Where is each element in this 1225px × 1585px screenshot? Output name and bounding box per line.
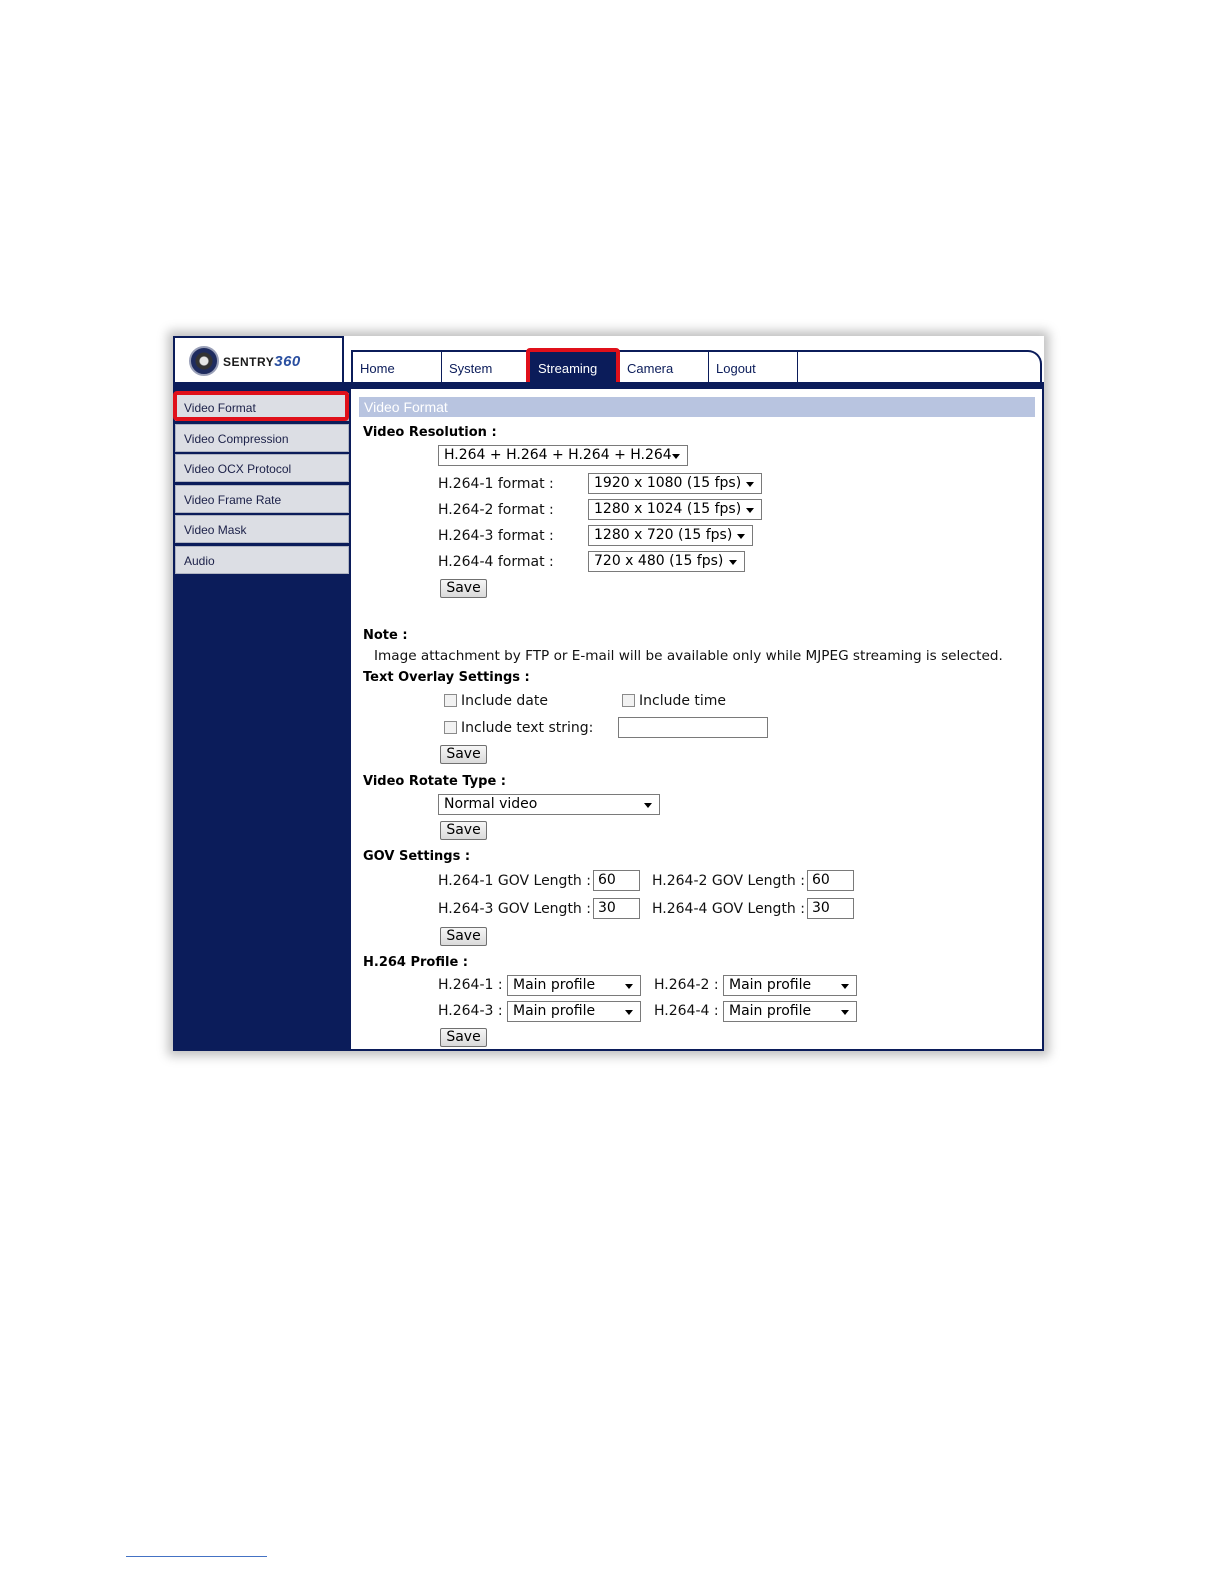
sidebar-item-video-ocx-protocol[interactable]: Video OCX Protocol: [175, 454, 349, 482]
h264-4-format-value: 720 x 480 (15 fps): [594, 553, 724, 569]
profile-4-select[interactable]: Main profile: [723, 1001, 857, 1022]
save-rotate-button[interactable]: Save: [440, 821, 487, 840]
video-rotate-heading: Video Rotate Type :: [363, 774, 506, 789]
profile-3-label: H.264-3 :: [438, 1003, 503, 1019]
video-rotate-value: Normal video: [444, 796, 538, 812]
h264-profile-heading: H.264 Profile :: [363, 955, 468, 970]
page-title: Video Format: [359, 397, 1035, 417]
include-text-checkbox[interactable]: [444, 721, 457, 734]
chevron-down-icon: [672, 454, 680, 459]
camera-lens-icon: [189, 346, 219, 376]
include-date-label: Include date: [461, 693, 548, 709]
h264-2-format-label: H.264-2 format :: [438, 502, 554, 518]
include-time-checkbox[interactable]: [622, 694, 635, 707]
sidebar-item-video-mask[interactable]: Video Mask: [175, 515, 349, 543]
gov-3-input[interactable]: 30: [593, 898, 640, 919]
gov-2-label: H.264-2 GOV Length :: [652, 873, 805, 889]
h264-1-format-label: H.264-1 format :: [438, 476, 554, 492]
h264-1-format-select[interactable]: 1920 x 1080 (15 fps): [588, 473, 762, 494]
save-resolution-button[interactable]: Save: [440, 579, 487, 598]
chevron-down-icon: [644, 803, 652, 808]
chevron-down-icon: [841, 984, 849, 989]
gov-4-input[interactable]: 30: [807, 898, 854, 919]
top-navigation: Home System Streaming Camera Logout: [351, 350, 1042, 382]
logo-tab: SENTRY360: [173, 336, 344, 382]
gov-1-label: H.264-1 GOV Length :: [438, 873, 591, 889]
chevron-down-icon: [625, 1010, 633, 1015]
profile-1-label: H.264-1 :: [438, 977, 503, 993]
h264-4-format-select[interactable]: 720 x 480 (15 fps): [588, 551, 745, 572]
sidebar-item-audio[interactable]: Audio: [175, 545, 349, 574]
header-bar: [173, 382, 1044, 389]
chevron-down-icon: [841, 1010, 849, 1015]
main-content: Video Format Video Resolution : H.264 + …: [351, 389, 1044, 1051]
sentry360-logo: SENTRY360: [189, 346, 301, 376]
video-resolution-heading: Video Resolution :: [363, 425, 497, 440]
chevron-down-icon: [746, 508, 754, 513]
gov-1-input[interactable]: 60: [593, 870, 640, 891]
sidebar-item-video-compression[interactable]: Video Compression: [175, 423, 349, 452]
resolution-mode-value: H.264 + H.264 + H.264 + H.264: [444, 447, 672, 463]
gov-4-label: H.264-4 GOV Length :: [652, 901, 805, 917]
chevron-down-icon: [737, 534, 745, 539]
chevron-down-icon: [625, 984, 633, 989]
camera-web-ui-screenshot: SENTRY360 Home System Streaming Camera L…: [173, 336, 1044, 1051]
h264-2-format-value: 1280 x 1024 (15 fps): [594, 501, 742, 517]
chevron-down-icon: [746, 482, 754, 487]
logo-text: SENTRY360: [223, 352, 301, 370]
h264-3-format-label: H.264-3 format :: [438, 528, 554, 544]
save-profile-button[interactable]: Save: [440, 1028, 487, 1047]
h264-4-format-label: H.264-4 format :: [438, 554, 554, 570]
nav-home[interactable]: Home: [353, 352, 442, 382]
sidebar-item-video-frame-rate[interactable]: Video Frame Rate: [175, 484, 349, 513]
gov-3-label: H.264-3 GOV Length :: [438, 901, 591, 917]
video-rotate-select[interactable]: Normal video: [438, 794, 660, 815]
h264-2-format-select[interactable]: 1280 x 1024 (15 fps): [588, 499, 762, 520]
profile-4-label: H.264-4 :: [654, 1003, 719, 1019]
nav-camera[interactable]: Camera: [620, 352, 709, 382]
profile-2-select[interactable]: Main profile: [723, 975, 857, 996]
nav-logout[interactable]: Logout: [709, 352, 798, 382]
profile-2-value: Main profile: [729, 977, 812, 993]
overlay-text-input[interactable]: [618, 717, 768, 738]
save-overlay-button[interactable]: Save: [440, 745, 487, 764]
include-date-checkbox[interactable]: [444, 694, 457, 707]
include-time-label: Include time: [639, 693, 727, 709]
h264-3-format-select[interactable]: 1280 x 720 (15 fps): [588, 525, 753, 546]
nav-system[interactable]: System: [442, 352, 531, 382]
profile-1-value: Main profile: [513, 977, 596, 993]
gov-2-input[interactable]: 60: [807, 870, 854, 891]
text-overlay-heading: Text Overlay Settings :: [363, 670, 530, 685]
save-gov-button[interactable]: Save: [440, 927, 487, 946]
page-footnote-rule: [126, 1556, 267, 1557]
profile-2-label: H.264-2 :: [654, 977, 719, 993]
profile-3-value: Main profile: [513, 1003, 596, 1019]
note-text: Image attachment by FTP or E-mail will b…: [374, 648, 1003, 664]
profile-3-select[interactable]: Main profile: [507, 1001, 641, 1022]
resolution-mode-select[interactable]: H.264 + H.264 + H.264 + H.264: [438, 445, 688, 466]
video-format-highlight-box: [173, 391, 349, 421]
chevron-down-icon: [729, 560, 737, 565]
h264-3-format-value: 1280 x 720 (15 fps): [594, 527, 733, 543]
sidebar: Video Format Video Compression Video OCX…: [173, 389, 351, 1051]
profile-1-select[interactable]: Main profile: [507, 975, 641, 996]
gov-settings-heading: GOV Settings :: [363, 849, 471, 864]
include-text-label: Include text string:: [461, 720, 594, 736]
note-heading: Note :: [363, 628, 408, 643]
h264-1-format-value: 1920 x 1080 (15 fps): [594, 475, 742, 491]
profile-4-value: Main profile: [729, 1003, 812, 1019]
